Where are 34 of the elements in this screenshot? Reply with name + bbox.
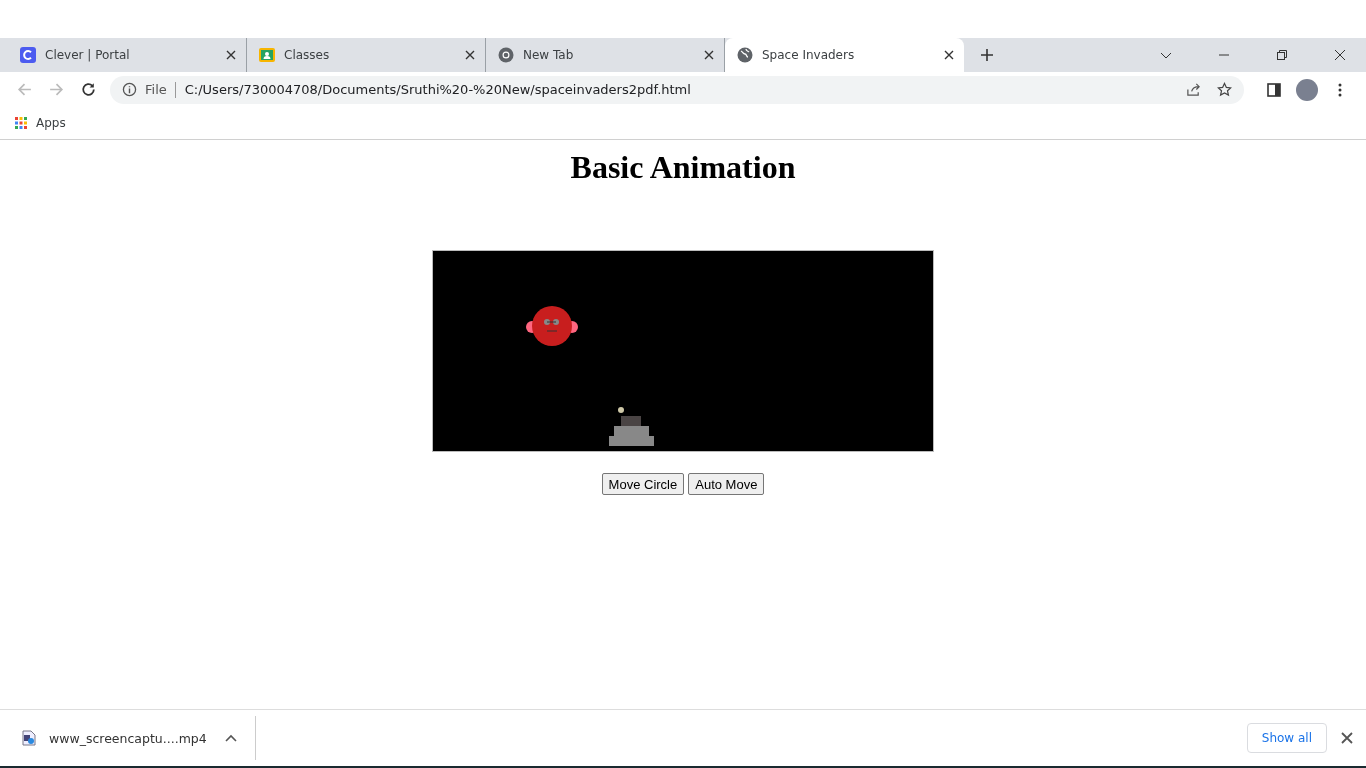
scheme-label: File <box>145 81 176 98</box>
globe-icon <box>737 47 753 63</box>
avatar[interactable] <box>1296 78 1318 101</box>
close-icon[interactable] <box>226 50 236 60</box>
show-all-button[interactable]: Show all <box>1246 723 1327 753</box>
info-icon <box>122 82 137 97</box>
close-icon[interactable] <box>1341 732 1353 744</box>
reload-icon[interactable] <box>80 81 97 98</box>
apps-grid-icon <box>15 117 27 129</box>
url-text: C:/Users/730004708/Documents/Sruthi%20-%20New/spaceinvaders2pdf.html <box>184 82 691 97</box>
download-item[interactable]: www_screencaptu....mp4 <box>22 716 256 760</box>
bookmark[interactable]: Apps <box>15 116 66 130</box>
action-button[interactable]: Auto Move <box>688 473 765 495</box>
caret-up-icon[interactable] <box>224 734 237 742</box>
close-icon[interactable] <box>704 50 714 60</box>
bullet <box>618 407 624 413</box>
page-heading: Basic Animation <box>570 149 796 186</box>
action-button[interactable]: Move Circle <box>601 473 685 495</box>
star-icon[interactable] <box>1217 82 1232 97</box>
close-icon[interactable] <box>465 50 475 60</box>
address-bar[interactable]: File C:/Users/730004708/Documents/Sruthi%20-%20New/spaceinvaders2pdf.html <box>110 75 1244 104</box>
chrome-icon <box>498 47 514 63</box>
share-icon[interactable] <box>1186 82 1201 97</box>
new-tab-icon[interactable] <box>980 48 994 62</box>
close-icon[interactable] <box>1334 49 1346 61</box>
side-panel-icon[interactable] <box>1266 81 1282 98</box>
browser-tab[interactable]: Space Invaders <box>725 38 964 72</box>
classroom-icon <box>259 47 275 63</box>
alien-drawing <box>526 306 578 346</box>
letter-c-icon <box>20 47 36 63</box>
cannon-drawing <box>609 416 654 446</box>
close-icon[interactable] <box>944 50 954 60</box>
restore-icon[interactable] <box>1276 49 1288 61</box>
video-file-icon <box>22 730 36 746</box>
